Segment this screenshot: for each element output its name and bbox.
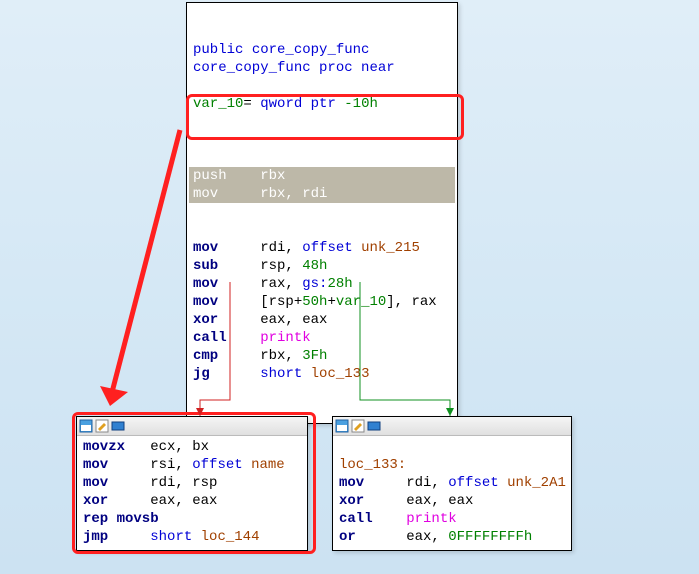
window-icon (335, 419, 349, 433)
node-titlebar (77, 417, 307, 436)
code-block-top: public core_copy_funccore_copy_func proc… (187, 3, 457, 423)
asm-lines: public core_copy_funccore_copy_func proc… (193, 41, 451, 131)
asm-lines: mov rdi, offset unk_215sub rsp, 48hmov r… (193, 239, 451, 383)
edit-icon (95, 419, 109, 433)
graph-node-left[interactable]: movzx ecx, bxmov rsi, offset namemov rdi… (76, 416, 308, 551)
graph-node-top[interactable]: public core_copy_funccore_copy_func proc… (186, 2, 458, 424)
code-block-left: movzx ecx, bxmov rsi, offset namemov rdi… (77, 436, 307, 550)
tag-icon (111, 419, 125, 433)
code-block-right: loc_133:mov rdi, offset unk_2A1xor eax, … (333, 436, 571, 550)
window-icon (79, 419, 93, 433)
selected-lines: push rbxmov rbx, rdi (189, 167, 455, 203)
tag-icon (367, 419, 381, 433)
graph-node-right[interactable]: loc_133:mov rdi, offset unk_2A1xor eax, … (332, 416, 572, 551)
node-titlebar (333, 417, 571, 436)
edit-icon (351, 419, 365, 433)
